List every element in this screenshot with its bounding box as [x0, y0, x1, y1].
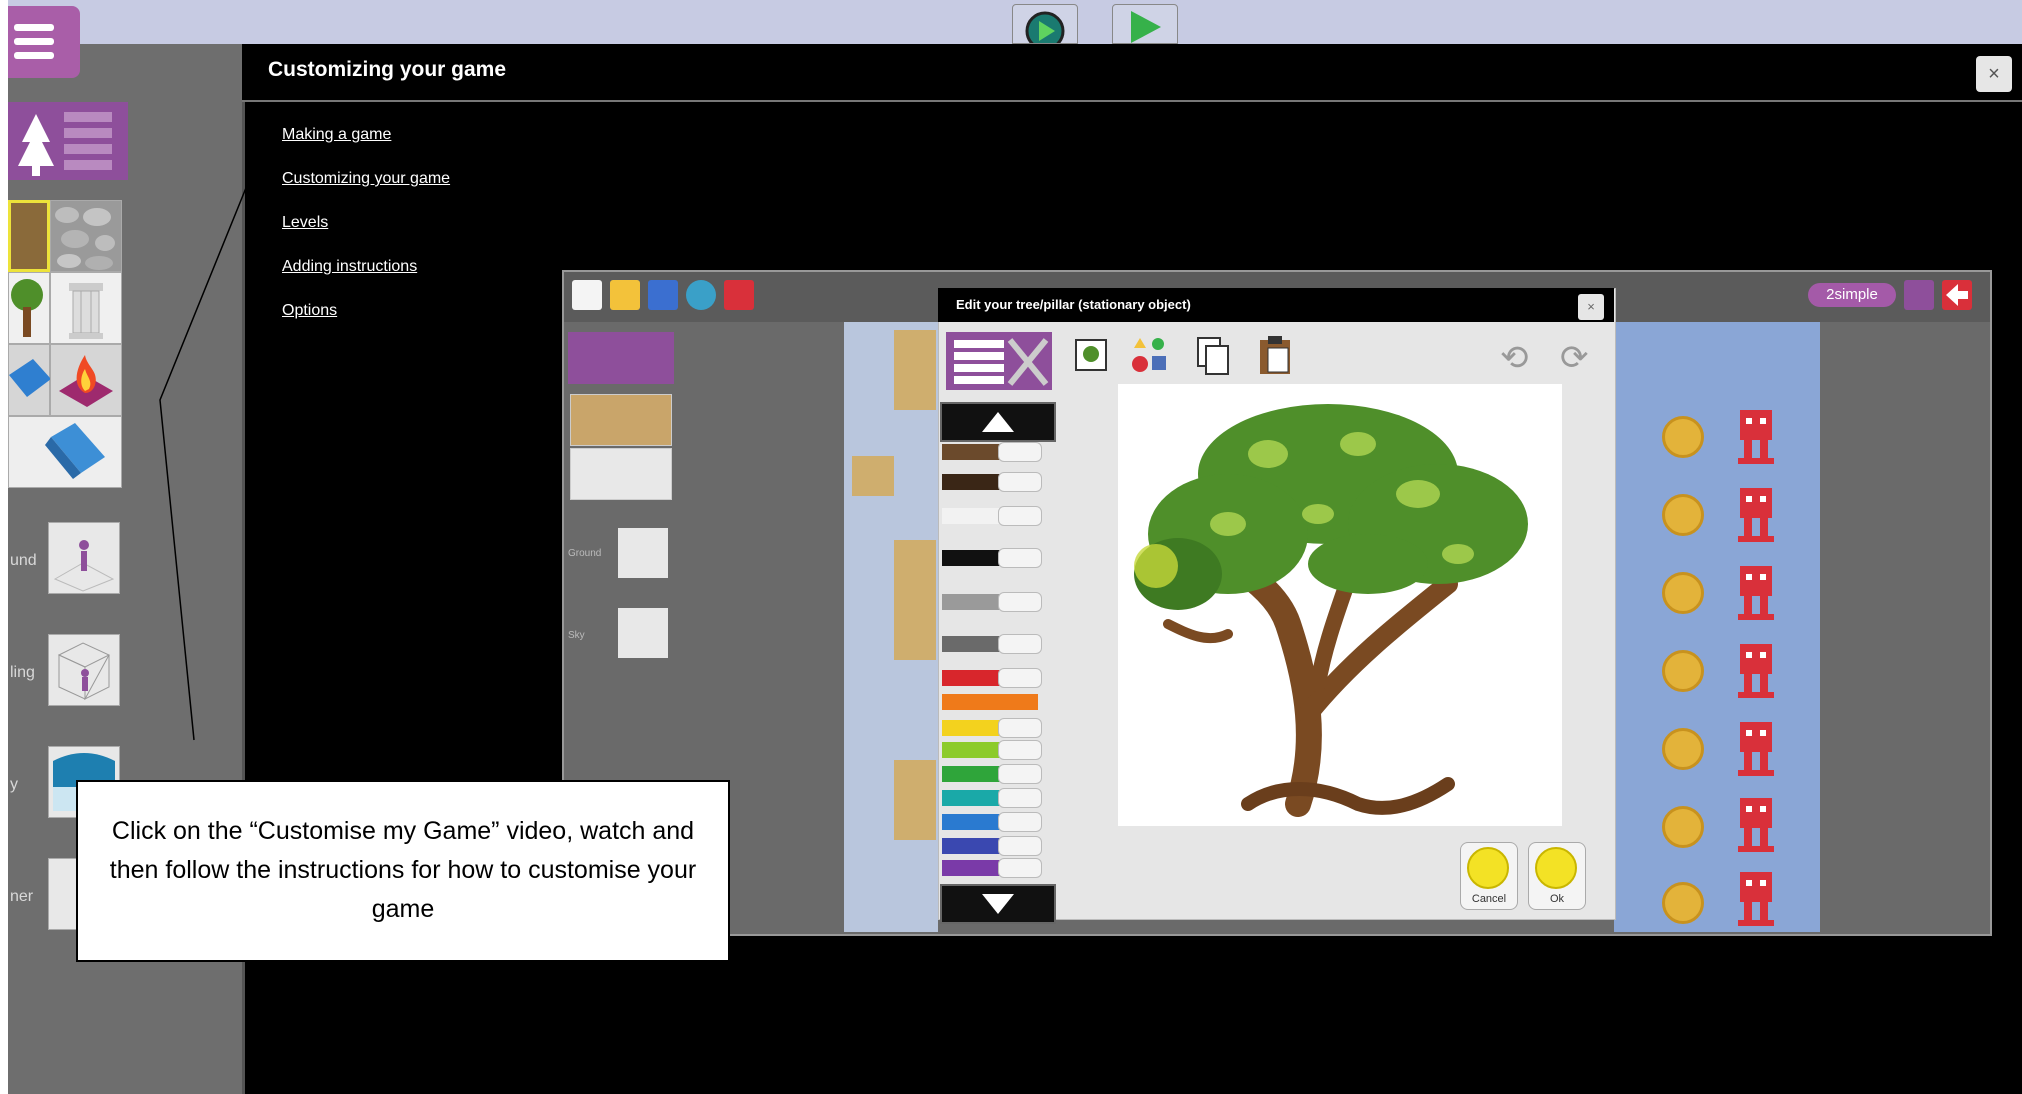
instruction-callout: Click on the “Customise my Game” video, …	[76, 780, 730, 962]
callout-text: Click on the “Customise my Game” video, …	[109, 817, 697, 923]
